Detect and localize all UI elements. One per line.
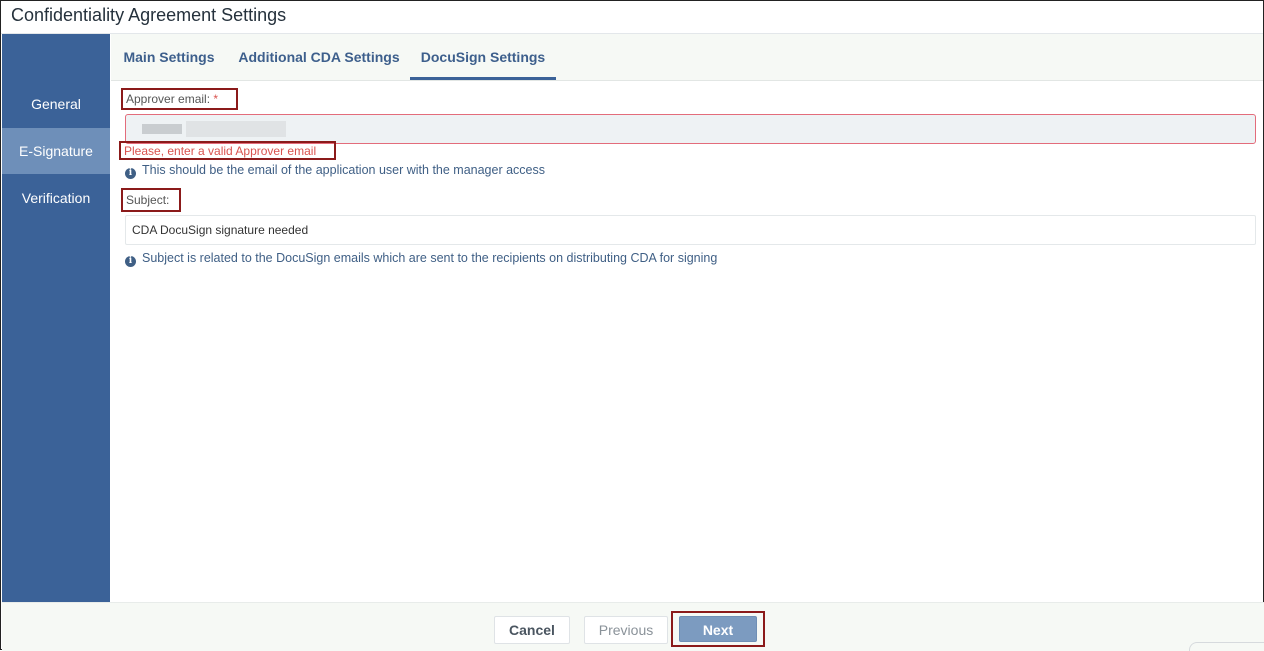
page-title: Confidentiality Agreement Settings [11,5,287,25]
tab-additional-cda-settings[interactable]: Additional CDA Settings [235,34,403,80]
approver-email-label: Approver email: * [121,88,238,110]
tab-docusign-settings[interactable]: DocuSign Settings [410,34,556,80]
next-button[interactable]: Next [679,616,757,642]
subject-hint-text: Subject is related to the DocuSign email… [142,251,718,265]
tab-main-settings[interactable]: Main Settings [113,34,225,80]
subject-label: Subject: * [121,188,181,227]
previous-button[interactable]: Previous [584,616,668,644]
sidebar: General E-Signature Verification [2,34,110,602]
cancel-button[interactable]: Cancel [494,616,570,644]
info-circle-icon: i [125,256,136,267]
info-circle-icon: i [125,168,136,179]
sidebar-item-general[interactable]: General [2,81,110,127]
sidebar-item-verification[interactable]: Verification [2,175,110,221]
required-marker: * [213,92,219,106]
subject-value: CDA DocuSign signature needed [132,223,309,237]
footer-bar: Cancel Previous Next [2,602,1264,651]
tab-bar: Main Settings Additional CDA Settings Do… [111,34,1263,81]
approver-email-input[interactable] [125,114,1256,144]
approver-email-error: Please, enter a valid Approver email [119,141,336,160]
settings-window: Confidentiality Agreement Settings Gener… [0,0,1264,651]
subject-hint: i Subject is related to the DocuSign emai… [125,250,718,267]
redacted-email-block [142,124,182,134]
title-bar: Confidentiality Agreement Settings [1,1,1263,34]
approver-email-hint: i This should be the email of the applica… [125,162,546,179]
approver-email-hint-text: This should be the email of the applicat… [142,163,546,177]
sidebar-item-e-signature[interactable]: E-Signature [2,128,110,174]
redacted-email-block [186,121,286,137]
subject-label-text: Subject: [126,193,170,207]
subject-input[interactable]: CDA DocuSign signature needed [125,215,1256,245]
approver-email-label-text: Approver email: [126,92,211,106]
